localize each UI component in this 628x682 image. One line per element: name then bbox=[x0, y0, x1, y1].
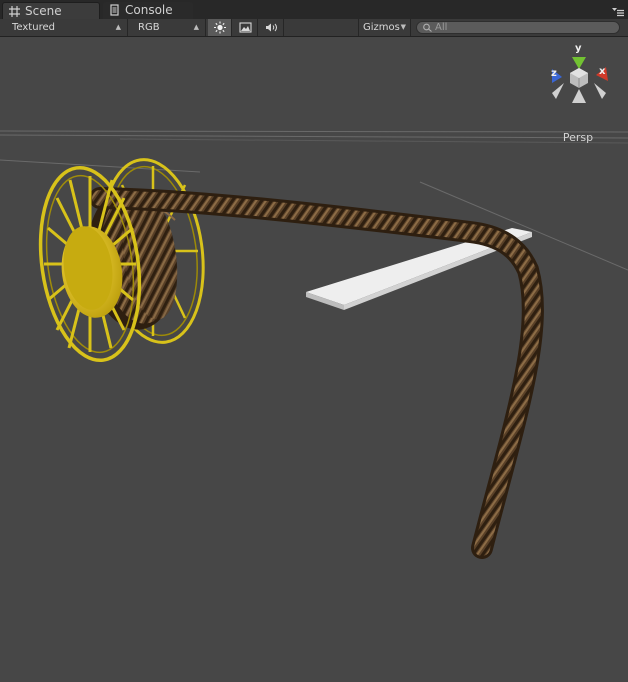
search-input[interactable]: All bbox=[416, 21, 620, 34]
scene-viewport[interactable]: y x z Persp bbox=[0, 37, 628, 682]
axis-z-label: z bbox=[551, 68, 557, 79]
render-mode-value: Textured bbox=[12, 22, 55, 33]
audio-toggle-button[interactable] bbox=[259, 19, 284, 36]
axis-x-label: x bbox=[599, 66, 606, 77]
updown-arrows-icon: ▲ bbox=[115, 23, 121, 31]
speaker-icon bbox=[266, 23, 277, 32]
gizmos-label: Gizmos bbox=[363, 22, 400, 33]
search-icon bbox=[423, 23, 432, 32]
console-icon bbox=[110, 4, 119, 16]
grid-icon bbox=[9, 6, 20, 17]
projection-label[interactable]: Persp bbox=[556, 131, 600, 144]
tab-scene[interactable]: Scene bbox=[2, 2, 100, 20]
channel-value: RGB bbox=[138, 22, 160, 33]
gizmos-dropdown[interactable]: Gizmos ▼ bbox=[358, 19, 411, 36]
updown-arrows-icon: ▲ bbox=[193, 23, 199, 31]
chevron-down-icon: ▼ bbox=[400, 23, 406, 31]
search-placeholder: All bbox=[435, 22, 448, 33]
scene-effects-button[interactable] bbox=[233, 19, 258, 36]
tab-scene-label: Scene bbox=[25, 4, 62, 18]
panel-menu-icon[interactable] bbox=[612, 7, 624, 17]
scene-canvas bbox=[0, 130, 628, 559]
scene-window: Scene Console Textured ▲ RGB ▲ Gizmos ▼ … bbox=[0, 0, 628, 682]
tab-console-label: Console bbox=[125, 3, 173, 17]
orientation-gizmo[interactable]: y x z bbox=[544, 37, 614, 127]
lighting-toggle-button[interactable] bbox=[208, 19, 232, 36]
tab-console[interactable]: Console bbox=[103, 2, 193, 19]
channel-dropdown[interactable]: RGB ▲ bbox=[130, 19, 206, 36]
tab-bar: Scene Console bbox=[0, 0, 628, 20]
axis-y-label: y bbox=[575, 43, 582, 54]
render-mode-dropdown[interactable]: Textured ▲ bbox=[4, 19, 128, 36]
image-icon bbox=[239, 22, 252, 33]
sun-icon bbox=[214, 21, 226, 34]
scene-toolbar: Textured ▲ RGB ▲ Gizmos ▼ All bbox=[0, 19, 628, 37]
